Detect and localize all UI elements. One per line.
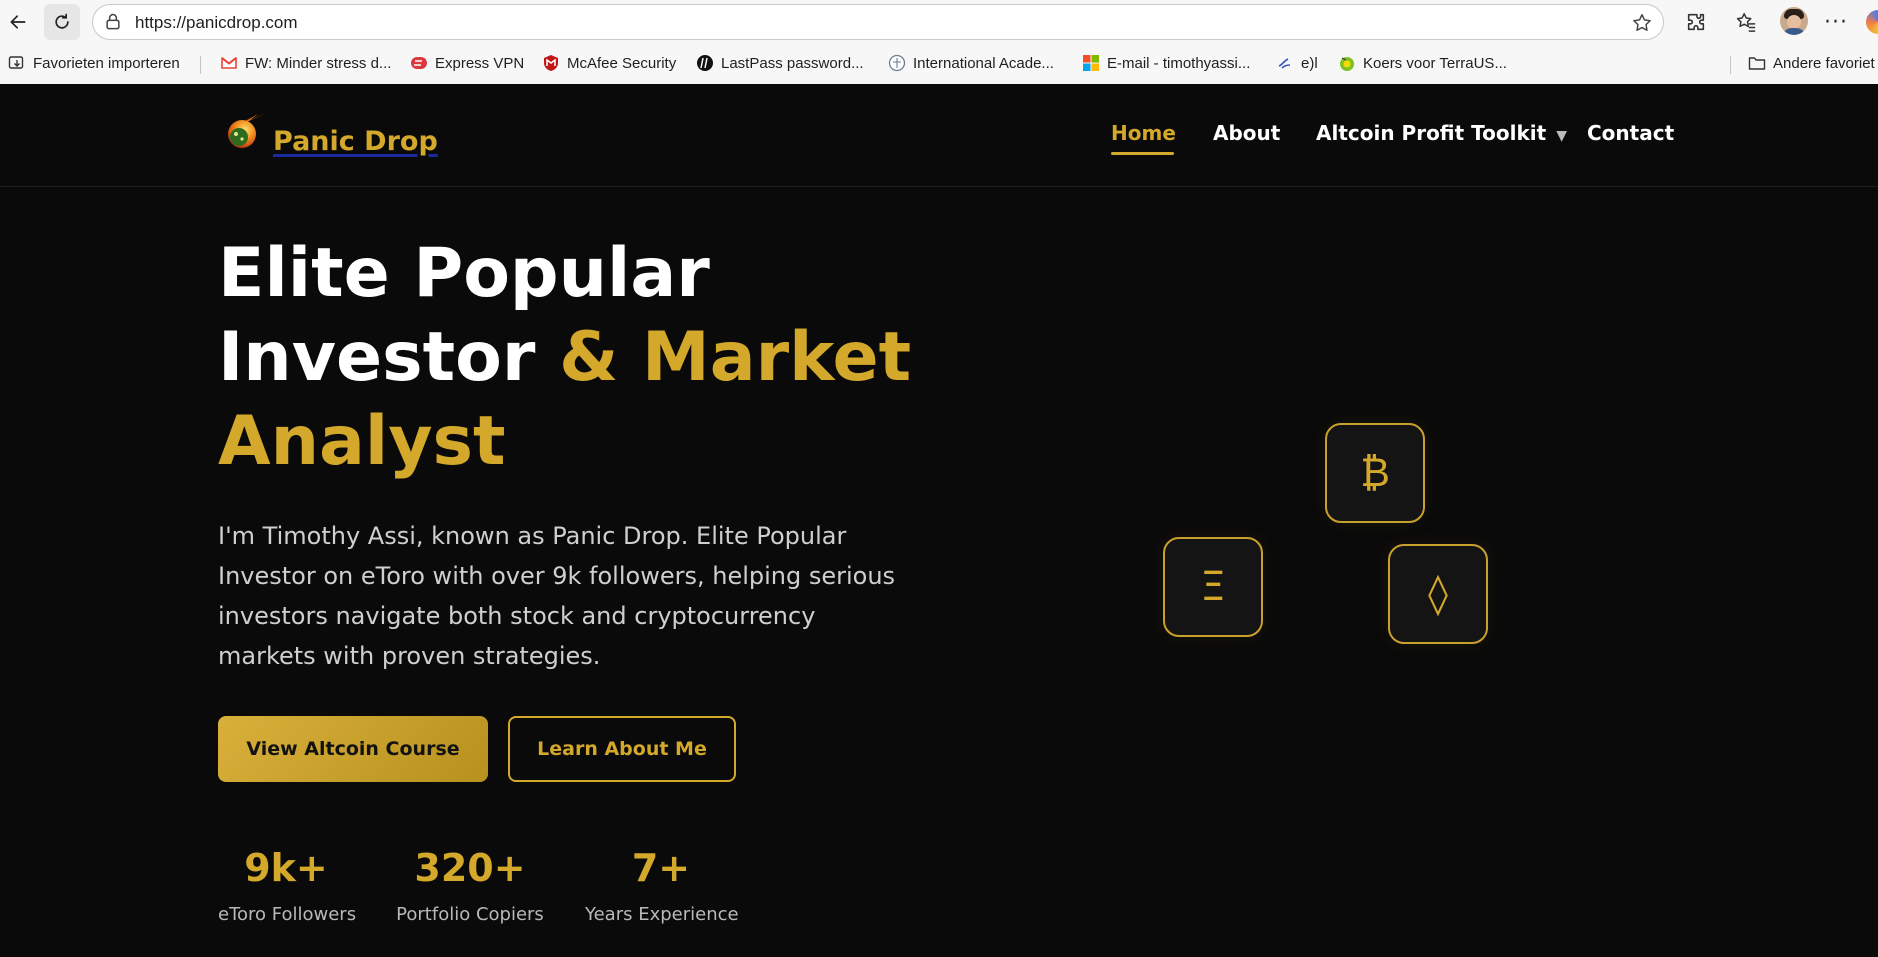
ethereum-icon: Ξ bbox=[1163, 537, 1263, 637]
more-options-button[interactable]: ··· bbox=[1820, 6, 1852, 38]
bookmark-terraus[interactable]: Koers voor TerraUS... bbox=[1338, 54, 1507, 72]
star-icon[interactable] bbox=[1631, 12, 1653, 34]
bookmark-email[interactable]: E-mail - timothyassi... bbox=[1082, 54, 1250, 72]
nav-contact[interactable]: Contact bbox=[1587, 121, 1674, 145]
bookmark-gmail[interactable]: FW: Minder stress d... bbox=[220, 54, 391, 72]
stat-label: Portfolio Copiers bbox=[396, 904, 544, 925]
extensions-button[interactable] bbox=[1680, 6, 1712, 38]
stat-followers: 9k+ eToro Followers bbox=[218, 846, 357, 925]
folder-icon bbox=[1748, 57, 1766, 70]
bookmark-folder-other[interactable]: Andere favoriet bbox=[1748, 54, 1875, 72]
nav-about[interactable]: About bbox=[1213, 121, 1280, 145]
caret-down-icon: ▼ bbox=[1556, 128, 1567, 144]
bookmark-separator bbox=[1730, 56, 1731, 74]
site-navbar: Panic Drop Home About Altcoin Profit Too… bbox=[0, 84, 1878, 187]
academy-icon bbox=[888, 54, 906, 72]
microsoft-icon bbox=[1083, 55, 1099, 71]
active-nav-indicator bbox=[1111, 152, 1174, 155]
copilot-icon[interactable] bbox=[1866, 10, 1878, 34]
favorites-button[interactable] bbox=[1730, 6, 1762, 38]
bookmark-icon bbox=[1278, 58, 1291, 69]
bitcoin-icon: ₿ bbox=[1325, 423, 1425, 523]
bookmark-mcafee[interactable]: McAfee Security bbox=[542, 54, 676, 72]
address-bar[interactable]: https://panicdrop.com bbox=[92, 4, 1664, 40]
coin-icon bbox=[1340, 57, 1354, 71]
back-button[interactable] bbox=[0, 4, 36, 40]
nav-home[interactable]: Home bbox=[1111, 121, 1176, 145]
gmail-icon bbox=[221, 57, 237, 69]
reload-button[interactable] bbox=[44, 4, 80, 40]
lock-icon[interactable] bbox=[103, 12, 123, 32]
reload-icon bbox=[55, 13, 69, 29]
arrow-left-icon bbox=[10, 15, 26, 29]
import-favorites-icon bbox=[8, 56, 24, 69]
nav-altcoin-profit-toolkit[interactable]: Altcoin Profit Toolkit ▼ bbox=[1316, 121, 1567, 145]
web-page: Panic Drop Home About Altcoin Profit Too… bbox=[0, 84, 1878, 957]
profile-avatar[interactable] bbox=[1780, 7, 1808, 35]
stat-value: 7+ bbox=[631, 846, 691, 890]
puzzle-icon bbox=[1687, 13, 1705, 31]
browser-chrome: https://panicdrop.com ··· Favorieten imp… bbox=[0, 0, 1878, 84]
bookmark-favorieten-importeren[interactable]: Favorieten importeren bbox=[8, 54, 180, 72]
learn-about-me-button[interactable]: Learn About Me bbox=[508, 716, 736, 782]
hero-title: Elite Popular Investor & Market Analyst bbox=[218, 232, 958, 484]
meteor-logo-icon[interactable] bbox=[222, 110, 268, 152]
bookmark-lastpass[interactable]: LastPass password... bbox=[696, 54, 864, 72]
diamond-icon: ◊ bbox=[1388, 544, 1488, 644]
brand-name-link[interactable]: Panic Drop bbox=[273, 126, 438, 157]
view-altcoin-course-button[interactable]: View Altcoin Course bbox=[218, 716, 488, 782]
hp-icon bbox=[697, 55, 713, 71]
bookmark-expressvpn[interactable]: Express VPN bbox=[410, 54, 524, 72]
stat-label: Years Experience bbox=[585, 904, 739, 925]
hero-title-line3: Analyst bbox=[218, 402, 506, 481]
bookmark-separator bbox=[200, 56, 201, 74]
stat-value: 9k+ bbox=[244, 846, 328, 890]
url-text[interactable]: https://panicdrop.com bbox=[135, 13, 298, 33]
bookmarks-bar: Favorieten importeren FW: Minder stress … bbox=[0, 46, 1878, 82]
browser-toolbar: https://panicdrop.com ··· bbox=[0, 0, 1878, 44]
hero-title-line1: Elite Popular bbox=[218, 234, 710, 313]
favorites-star-icon bbox=[1736, 13, 1756, 32]
stat-value: 320+ bbox=[414, 846, 526, 890]
expressvpn-icon bbox=[411, 57, 427, 69]
bookmark-international-academy[interactable]: International Acade... bbox=[888, 54, 1054, 72]
nav-altcoin-label: Altcoin Profit Toolkit bbox=[1316, 121, 1547, 145]
hero-description: I'm Timothy Assi, known as Panic Drop. E… bbox=[218, 522, 896, 670]
stat-experience: 7+ Years Experience bbox=[585, 846, 739, 925]
hero-title-line2-gold: & Market bbox=[559, 318, 912, 397]
stat-label: eToro Followers bbox=[218, 904, 357, 925]
hero-title-line2-white: Investor bbox=[218, 318, 560, 397]
stat-copiers: 320+ Portfolio Copiers bbox=[396, 846, 544, 925]
mcafee-icon bbox=[544, 55, 558, 71]
bookmark-el[interactable]: e)l bbox=[1276, 54, 1318, 72]
